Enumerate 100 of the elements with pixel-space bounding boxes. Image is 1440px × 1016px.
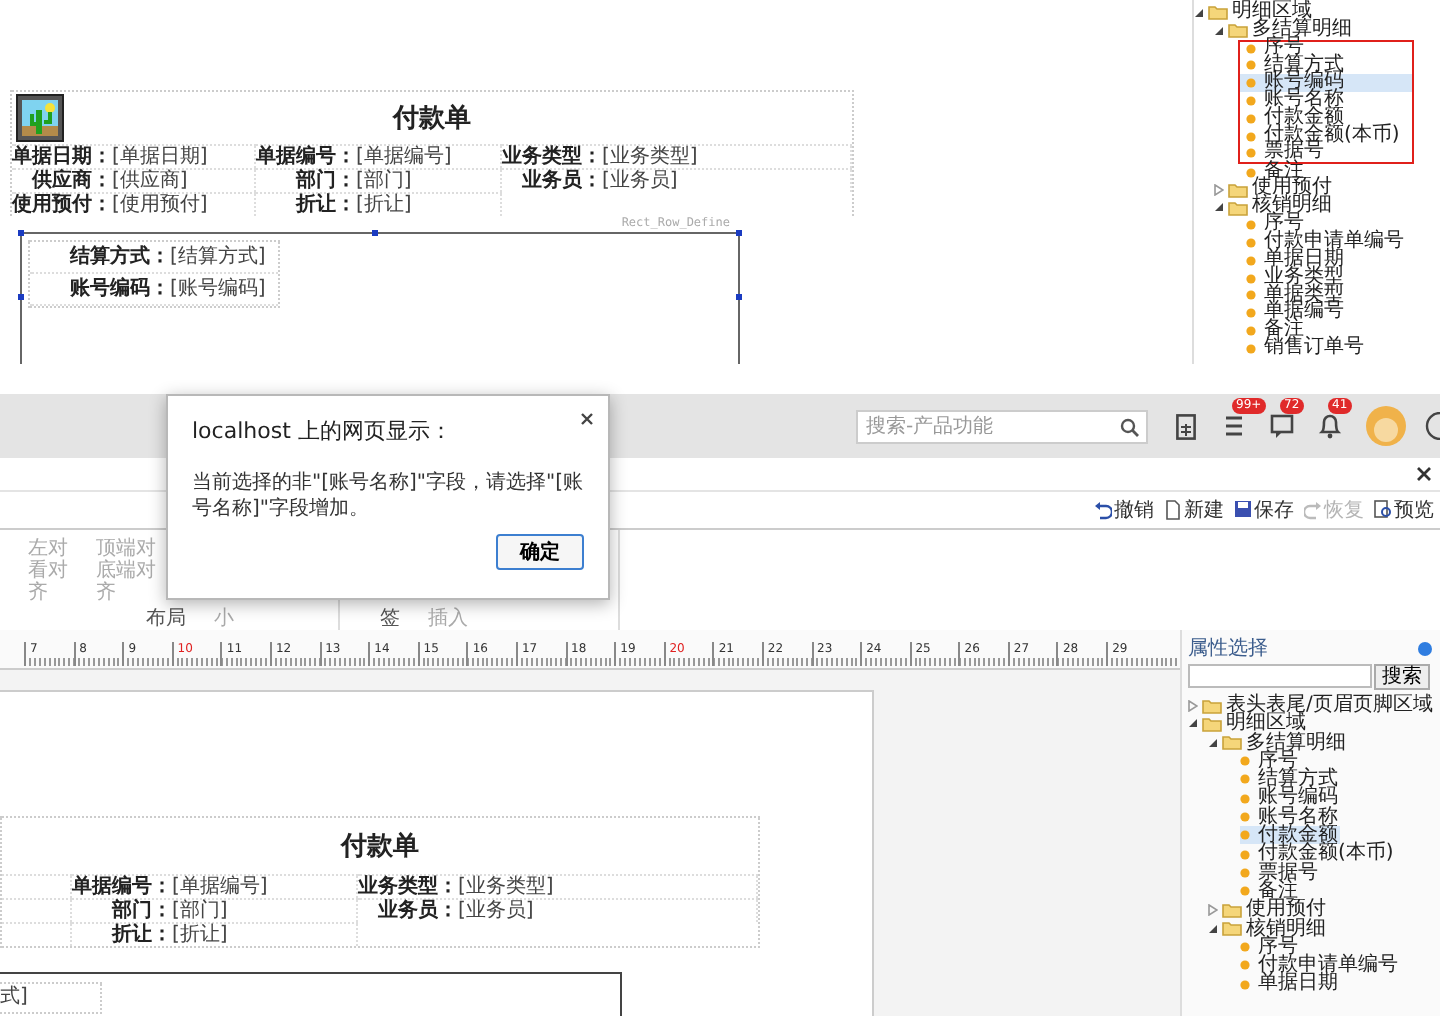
- tree-item[interactable]: 业务类型: [1246, 269, 1346, 287]
- tree-item[interactable]: 付款申请单编号: [1240, 956, 1400, 975]
- report-title: 付款单: [341, 830, 419, 864]
- messages-icon[interactable]: [1268, 412, 1296, 440]
- tasks-icon[interactable]: [1220, 412, 1248, 440]
- form-field[interactable]: 折让：[折让]: [256, 192, 502, 216]
- tree-folder[interactable]: 表头表尾/页眉页脚区域: [1188, 696, 1435, 715]
- calculator-icon[interactable]: [1176, 413, 1196, 439]
- field-placeholder: [业务员]: [458, 900, 534, 922]
- arrow-icon[interactable]: [1214, 202, 1224, 213]
- field-dot-icon: [1246, 255, 1256, 266]
- field-placeholder: [折让]: [172, 924, 228, 946]
- field-dot-icon: [1246, 273, 1256, 284]
- field-placeholder: [单据编号]: [356, 146, 452, 168]
- tree-folder[interactable]: 明细区域: [1188, 714, 1308, 734]
- search-field[interactable]: [1188, 664, 1372, 688]
- resize-handle[interactable]: [18, 230, 24, 236]
- tree-item[interactable]: 单据日期: [1246, 251, 1346, 270]
- form-field[interactable]: 单据编号：[单据编号]: [72, 874, 358, 898]
- new-icon: [1164, 500, 1182, 520]
- tree-item[interactable]: 付款金额: [1240, 826, 1340, 845]
- field-dot-icon: [1240, 849, 1250, 860]
- form-field[interactable]: 业务员：[业务员]: [358, 898, 758, 922]
- form-field[interactable]: 部门：[部门]: [72, 898, 358, 922]
- field-label: 使用预付：: [12, 194, 112, 216]
- field-dot-icon: [1240, 811, 1250, 822]
- field-dot-icon: [1240, 830, 1250, 841]
- field-label: 折让：: [293, 194, 356, 216]
- tree-folder[interactable]: 多结算明细: [1214, 21, 1354, 40]
- form-field[interactable]: 供应商：[供应商]: [12, 168, 256, 192]
- tree-item[interactable]: 序号: [1246, 216, 1306, 234]
- tree-folder[interactable]: 多结算明细: [1208, 733, 1348, 752]
- tree-item[interactable]: 账号名称: [1240, 807, 1340, 827]
- field-dot-icon: [1246, 113, 1256, 124]
- field-label: 部门：: [293, 170, 356, 192]
- field-label: 业务类型：: [358, 876, 458, 898]
- tree-item[interactable]: 付款金额(本币): [1240, 844, 1396, 864]
- field-placeholder: [业务员]: [602, 170, 678, 192]
- ribbon-label: 布局: [146, 608, 186, 630]
- field-placeholder: [使用预付]: [112, 194, 208, 216]
- resize-handle[interactable]: [736, 230, 742, 236]
- arrow-icon[interactable]: [1214, 25, 1224, 36]
- form-field[interactable]: 业务类型：[业务类型]: [358, 874, 758, 898]
- form-field[interactable]: 折让：[折让]: [72, 922, 358, 946]
- field-label: 业务员：: [520, 170, 602, 192]
- tree-item[interactable]: 序号: [1240, 751, 1300, 771]
- preview-icon: [1374, 500, 1392, 520]
- field-dot-icon: [1246, 308, 1256, 319]
- new-button[interactable]: 新建: [1164, 496, 1224, 524]
- arrow-icon[interactable]: [1208, 923, 1218, 934]
- resize-handle[interactable]: [736, 294, 742, 300]
- field-label: 单据编号：: [72, 876, 172, 898]
- field-placeholder: [供应商]: [112, 170, 188, 192]
- undo-button[interactable]: 撤销: [1094, 496, 1154, 524]
- form-field[interactable]: 单据日期：[单据日期]: [12, 144, 256, 168]
- field-label: 部门：: [109, 900, 172, 922]
- close-icon[interactable]: [1416, 466, 1432, 482]
- tree-item[interactable]: 销售订单号: [1246, 340, 1366, 358]
- field-dot-icon: [1246, 44, 1256, 55]
- tree-item[interactable]: 票据号: [1240, 863, 1320, 882]
- help-icon[interactable]: [1418, 641, 1432, 655]
- field-dot-icon: [1246, 96, 1256, 107]
- ok-button[interactable]: 确定: [496, 534, 584, 570]
- form-field[interactable]: 单据编号：[单据编号]: [256, 144, 502, 168]
- arrow-icon[interactable]: [1208, 737, 1218, 748]
- tree-item[interactable]: 备注: [1240, 881, 1300, 901]
- resize-handle[interactable]: [18, 294, 24, 300]
- field-placeholder: [单据编号]: [172, 876, 268, 898]
- preview-button[interactable]: 预览: [1374, 496, 1434, 524]
- help-icon[interactable]: [1424, 412, 1440, 440]
- field-dot-icon: [1246, 148, 1256, 159]
- tree-item[interactable]: 账号编码: [1240, 788, 1340, 808]
- field-dot-icon: [1246, 237, 1256, 248]
- search-icon[interactable]: [1120, 417, 1140, 437]
- tree-folder[interactable]: 核销明细: [1208, 919, 1328, 938]
- arrow-icon[interactable]: [1188, 718, 1198, 729]
- field-dot-icon: [1246, 167, 1256, 178]
- arrow-icon[interactable]: [1194, 7, 1204, 18]
- save-button[interactable]: 保存: [1234, 496, 1294, 524]
- resize-handle[interactable]: [372, 230, 378, 236]
- field-dot-icon: [1246, 343, 1256, 354]
- search-field[interactable]: 搜索-产品功能: [856, 409, 1148, 443]
- field-label: 供应商：: [29, 170, 112, 192]
- field-label: 业务类型：: [502, 146, 602, 168]
- search-button[interactable]: 搜索: [1374, 664, 1430, 690]
- form-field[interactable]: 使用预付：[使用预付]: [12, 192, 256, 216]
- form-field[interactable]: 业务员：[业务员]: [502, 168, 852, 192]
- tree-item[interactable]: 结算方式: [1240, 770, 1340, 789]
- bell-icon[interactable]: [1316, 412, 1344, 440]
- tree-item[interactable]: 序号: [1240, 937, 1300, 957]
- field-dot-icon: [1240, 756, 1250, 767]
- report-title: 付款单: [393, 102, 471, 136]
- form-field[interactable]: 业务类型：[业务类型]: [502, 144, 852, 168]
- tree-folder[interactable]: 使用预付: [1208, 900, 1328, 920]
- tree-item[interactable]: 单据日期: [1240, 974, 1340, 994]
- field-placeholder: [部门]: [356, 170, 412, 192]
- tree-item[interactable]: 单据类型: [1246, 287, 1346, 305]
- field-dot-icon: [1240, 793, 1250, 804]
- close-icon[interactable]: [580, 412, 594, 426]
- form-field[interactable]: 部门：[部门]: [256, 168, 502, 192]
